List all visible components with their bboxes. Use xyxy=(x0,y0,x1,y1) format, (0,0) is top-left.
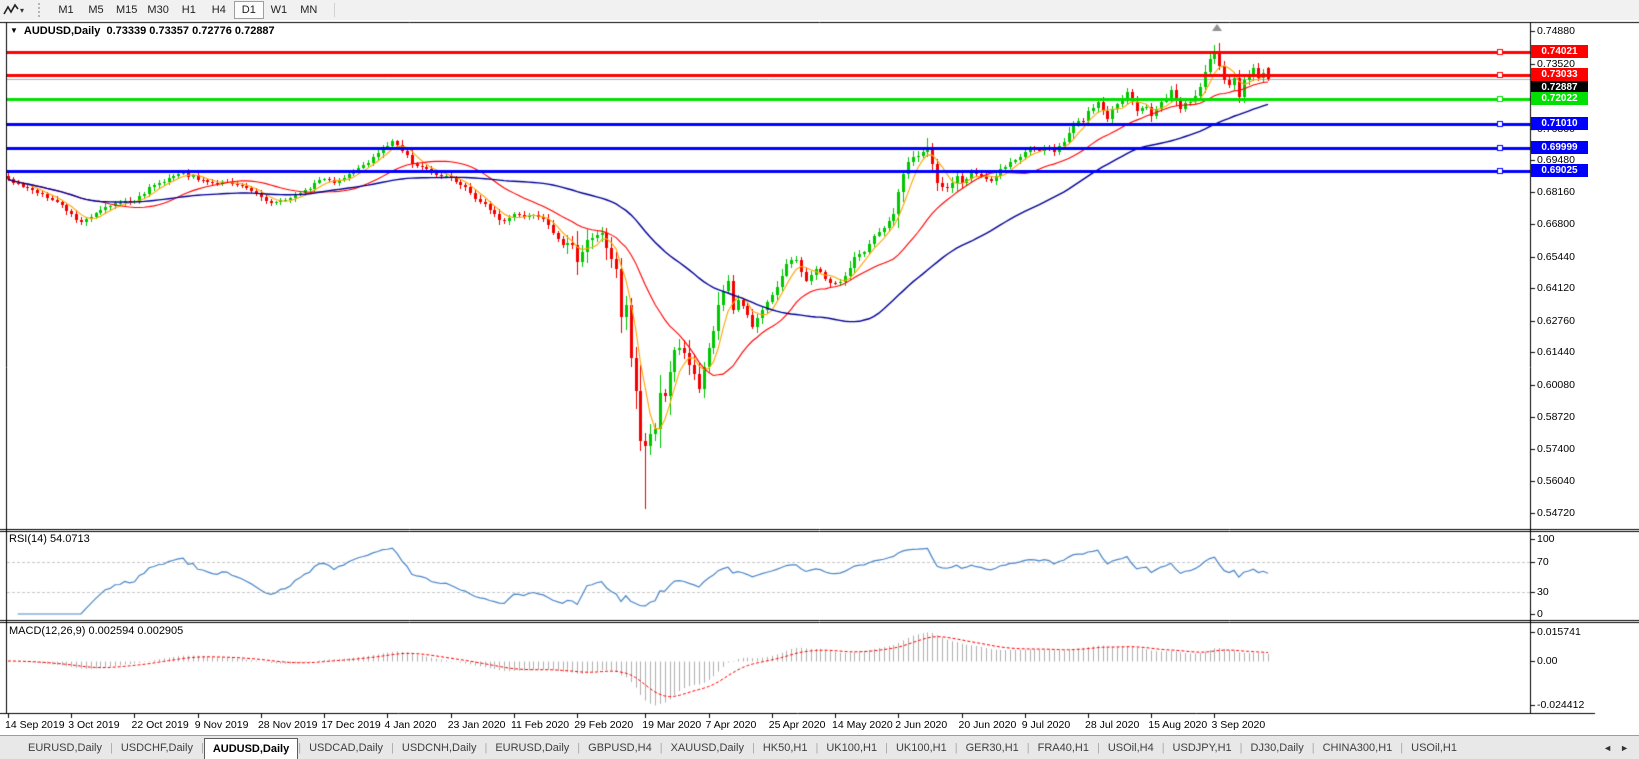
toolbar-divider xyxy=(333,3,335,17)
chart-tab-hk50-h1[interactable]: HK50,H1 xyxy=(755,737,816,759)
timeframe-button-D1[interactable]: D1 xyxy=(233,1,264,19)
timeframe-button-MN[interactable]: MN xyxy=(294,1,324,19)
chart-window: ▼ AUDUSD,Daily 0.73339 0.73357 0.72776 0.… xyxy=(0,20,1639,735)
chart-tab-eurusd-daily[interactable]: EURUSD,Daily xyxy=(20,737,110,759)
chart-tab-usoil-h1[interactable]: USOil,H1 xyxy=(1403,737,1465,759)
top-toolbar: ▾ M1 M5 M15 M30 H1 H4 D1 W1 MN xyxy=(0,0,1639,20)
timeframe-button-M1[interactable]: M1 xyxy=(51,1,81,19)
zigzag-chart-icon xyxy=(3,3,19,15)
toolbar-grip[interactable] xyxy=(38,3,43,17)
chart-tab-usdcnh-daily[interactable]: USDCNH,Daily xyxy=(394,737,485,759)
symbol-tab-bar: EURUSD,Daily | USDCHF,Daily | AUDUSD,Daily | U… xyxy=(0,735,1639,759)
chart-tab-usdcad-daily[interactable]: USDCAD,Daily xyxy=(301,737,391,759)
chart-tab-xauusd-daily[interactable]: XAUUSD,Daily xyxy=(663,737,752,759)
timeframe-button-W1[interactable]: W1 xyxy=(264,1,294,19)
chart-tab-usdchf-daily[interactable]: USDCHF,Daily xyxy=(113,737,201,759)
timeframe-buttons: M1 M5 M15 M30 H1 H4 D1 W1 MN xyxy=(51,1,324,19)
price-chart-canvas[interactable] xyxy=(0,20,1639,735)
tab-scroll-arrows: ◄ ► xyxy=(1603,743,1639,753)
chart-tab-usoil-h4[interactable]: USOil,H4 xyxy=(1100,737,1162,759)
timeframe-button-M15[interactable]: M15 xyxy=(111,1,142,19)
chevron-down-icon: ▾ xyxy=(20,5,25,15)
chart-tab-china300-h1[interactable]: CHINA300,H1 xyxy=(1315,737,1401,759)
chart-tab-uk100-h1[interactable]: UK100,H1 xyxy=(888,737,955,759)
chart-tab-usdjpy-h1[interactable]: USDJPY,H1 xyxy=(1165,737,1240,759)
chart-tab-dj30-daily[interactable]: DJ30,Daily xyxy=(1243,737,1312,759)
timeframe-button-H1[interactable]: H1 xyxy=(174,1,204,19)
chart-style-button[interactable]: ▾ xyxy=(0,3,28,17)
tab-scroll-left-icon[interactable]: ◄ xyxy=(1603,743,1612,753)
chart-tab-fra40-h1[interactable]: FRA40,H1 xyxy=(1030,737,1097,759)
chart-tab-eurusd-daily[interactable]: EURUSD,Daily xyxy=(487,737,577,759)
chart-tab-gbpusd-h4[interactable]: GBPUSD,H4 xyxy=(580,737,660,759)
chart-tab-ger30-h1[interactable]: GER30,H1 xyxy=(958,737,1027,759)
timeframe-button-M30[interactable]: M30 xyxy=(142,1,173,19)
chart-tab-audusd-daily[interactable]: AUDUSD,Daily xyxy=(203,737,299,759)
timeframe-button-H4[interactable]: H4 xyxy=(204,1,234,19)
timeframe-button-M5[interactable]: M5 xyxy=(81,1,111,19)
chart-tab-uk100-h1[interactable]: UK100,H1 xyxy=(818,737,885,759)
tab-scroll-right-icon[interactable]: ► xyxy=(1620,743,1629,753)
